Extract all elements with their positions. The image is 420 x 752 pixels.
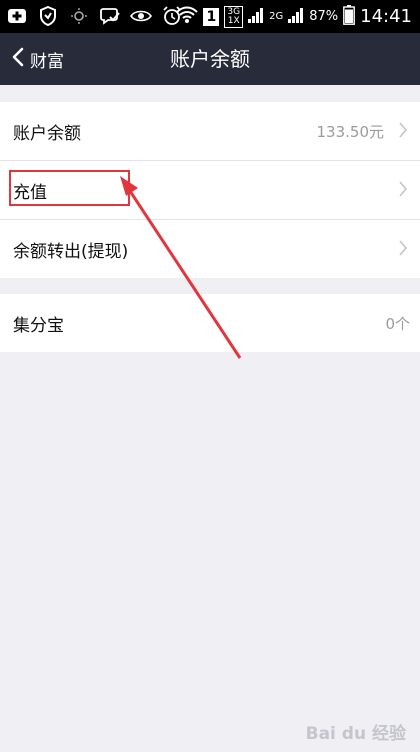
watermark: Bai du 经验 [305,724,406,744]
annotation-arrow [120,176,242,359]
